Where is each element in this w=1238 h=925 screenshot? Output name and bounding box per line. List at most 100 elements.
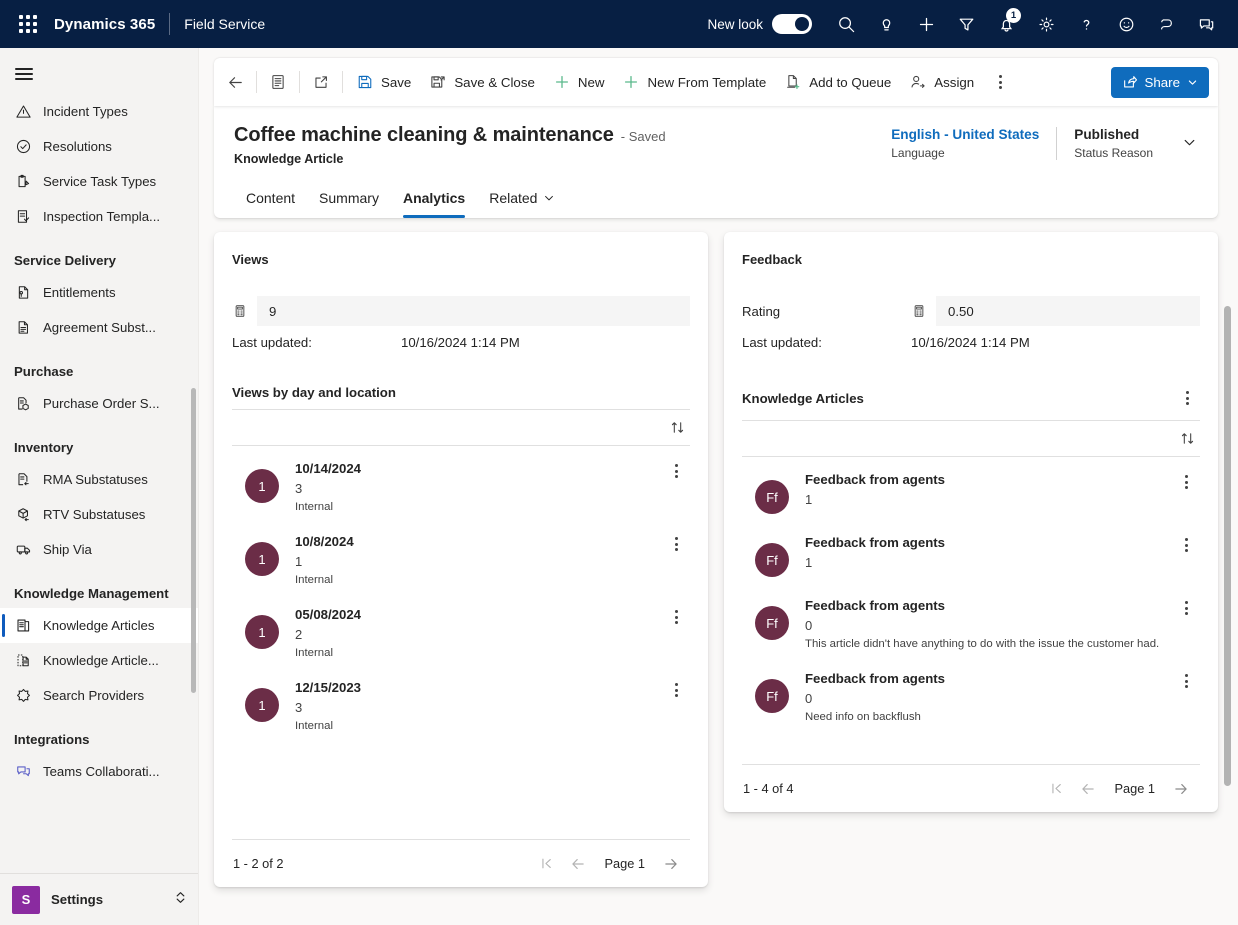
search-icon[interactable] [826, 4, 866, 44]
rating-field[interactable]: 0.50 [936, 296, 1200, 326]
row-title: Feedback from agents [805, 671, 945, 686]
row-more-button[interactable] [1172, 670, 1200, 689]
app-launcher-icon[interactable] [8, 4, 48, 44]
sidebar-item-label: Resolutions [43, 139, 112, 154]
sidebar-scrollbar[interactable] [191, 388, 196, 693]
form-selector-button[interactable] [261, 65, 295, 99]
new-button[interactable]: New [544, 65, 614, 99]
more-vertical-icon [674, 683, 678, 698]
sidebar-scroll-area: Incident Types Resolutions Service Task … [0, 48, 198, 873]
avatar: 1 [245, 688, 279, 722]
views-count-field[interactable]: 9 [257, 296, 690, 326]
plus-icon[interactable] [906, 4, 946, 44]
sidebar-item-label: Inspection Templa... [43, 209, 161, 224]
add-to-queue-button[interactable]: Add to Queue [775, 65, 900, 99]
share-button[interactable]: Share [1110, 66, 1209, 98]
open-in-new-window-button[interactable] [304, 65, 338, 99]
views-sort-button[interactable] [664, 415, 690, 441]
row-more-button[interactable] [662, 606, 690, 625]
sidebar-group-integrations: Integrations [14, 732, 90, 747]
feedback-subgrid-more-button[interactable] [1174, 385, 1200, 411]
feedback-next-page-button[interactable] [1166, 774, 1196, 804]
feedback-first-page-button[interactable] [1041, 774, 1071, 804]
sidebar-item-ship-via[interactable]: Ship Via [0, 532, 198, 567]
sidebar-item-resolutions[interactable]: Resolutions [0, 129, 198, 164]
table-row[interactable]: Ff Feedback from agents 1 [742, 524, 1200, 587]
feedback-subgrid-header: Knowledge Articles [742, 385, 1200, 411]
tab-summary[interactable]: Summary [307, 182, 391, 218]
table-row[interactable]: Ff Feedback from agents 0 Need info on b… [742, 660, 1200, 733]
save-button[interactable]: Save [347, 65, 420, 99]
row-date: 10/14/2024 [295, 461, 362, 476]
feedback-sort-button[interactable] [1174, 426, 1200, 452]
brand-title[interactable]: Dynamics 365 [54, 16, 155, 33]
sidebar-item-rma-substatuses[interactable]: RMA Substatuses [0, 462, 198, 497]
sidebar-item-inspection-templates[interactable]: Inspection Templa... [0, 199, 198, 234]
feedback-rating-row: Rating 0.50 [742, 296, 1200, 326]
teams-chat-icon[interactable] [1186, 4, 1226, 44]
row-view-count: 3 [295, 481, 303, 496]
filter-icon[interactable] [946, 4, 986, 44]
views-first-page-button[interactable] [531, 849, 561, 879]
language-value[interactable]: English - United States [891, 127, 1039, 142]
sidebar-item-agreement-substatuses[interactable]: Agreement Subst... [0, 310, 198, 345]
row-rating: 1 [805, 492, 813, 507]
sidebar-item-teams-collaboration[interactable]: Teams Collaborati... [0, 754, 198, 789]
command-bar-overflow-button[interactable] [983, 65, 1017, 99]
row-more-button[interactable] [662, 460, 690, 479]
back-button[interactable] [218, 65, 252, 99]
table-row[interactable]: 1 10/14/2024 3 Internal [232, 450, 690, 523]
copilot-icon[interactable] [1146, 4, 1186, 44]
app-name[interactable]: Field Service [184, 16, 265, 32]
table-row[interactable]: 1 12/15/2023 3 Internal [232, 669, 690, 742]
assign-button[interactable]: Assign [900, 65, 983, 99]
new-look-toggle-group[interactable]: New look [707, 14, 812, 34]
sidebar-item-service-task-types[interactable]: Service Task Types [0, 164, 198, 199]
views-previous-page-button[interactable] [563, 849, 593, 879]
status-reason-label: Status Reason [1074, 146, 1153, 160]
table-row[interactable]: 1 05/08/2024 2 Internal [232, 596, 690, 669]
views-panel: Views 9 Last updated: 10/16/2024 1:14 PM… [214, 232, 708, 887]
row-more-button[interactable] [1172, 597, 1200, 616]
tab-related[interactable]: Related [477, 182, 567, 218]
bell-icon[interactable]: 1 [986, 4, 1026, 44]
sidebar-item-rtv-substatuses[interactable]: RTV Substatuses [0, 497, 198, 532]
feedback-previous-page-button[interactable] [1073, 774, 1103, 804]
sidebar-item-label: RTV Substatuses [43, 507, 146, 522]
sidebar-item-incident-types[interactable]: Incident Types [0, 94, 198, 129]
header-expand-button[interactable] [1174, 127, 1204, 157]
save-and-close-button[interactable]: Save & Close [420, 65, 544, 99]
header-field-status-reason[interactable]: Published Status Reason [1056, 127, 1170, 160]
tab-analytics[interactable]: Analytics [391, 182, 477, 218]
sidebar-item-entitlements[interactable]: Entitlements [0, 275, 198, 310]
sidebar-item-knowledge-articles[interactable]: Knowledge Articles [0, 608, 198, 643]
row-more-button[interactable] [1172, 471, 1200, 490]
tab-content[interactable]: Content [234, 182, 307, 218]
calculated-field-icon [911, 304, 927, 318]
feedback-panel: Feedback Rating 0.50 Last updated: 10/16… [724, 232, 1218, 812]
sidebar-settings-area-switcher[interactable]: S Settings [0, 873, 198, 925]
question-icon[interactable] [1066, 4, 1106, 44]
table-row[interactable]: Ff Feedback from agents 1 [742, 461, 1200, 524]
sidebar-item-search-providers[interactable]: Search Providers [0, 678, 198, 713]
new-from-template-button[interactable]: New From Template [613, 65, 775, 99]
views-next-page-button[interactable] [656, 849, 686, 879]
save-and-close-button-label: Save & Close [454, 74, 535, 90]
row-more-button[interactable] [662, 679, 690, 698]
smiley-icon[interactable] [1106, 4, 1146, 44]
table-row[interactable]: Ff Feedback from agents 0 This article d… [742, 587, 1200, 660]
views-last-updated-label: Last updated: [232, 335, 312, 350]
lightbulb-icon[interactable] [866, 4, 906, 44]
new-look-toggle[interactable] [772, 14, 812, 34]
table-row[interactable]: 1 10/8/2024 1 Internal [232, 523, 690, 596]
row-more-button[interactable] [662, 533, 690, 552]
sidebar-item-purchase-order-substatuses[interactable]: Purchase Order S... [0, 386, 198, 421]
main-scrollbar[interactable] [1224, 306, 1231, 786]
hamburger-menu-icon[interactable] [2, 54, 46, 94]
sidebar-item-knowledge-article-templates[interactable]: Knowledge Article... [0, 643, 198, 678]
chevron-updown-icon[interactable] [173, 890, 188, 910]
header-field-language[interactable]: English - United States Language [874, 127, 1056, 160]
row-more-button[interactable] [1172, 534, 1200, 553]
row-location: Internal [295, 501, 333, 513]
gear-icon[interactable] [1026, 4, 1066, 44]
